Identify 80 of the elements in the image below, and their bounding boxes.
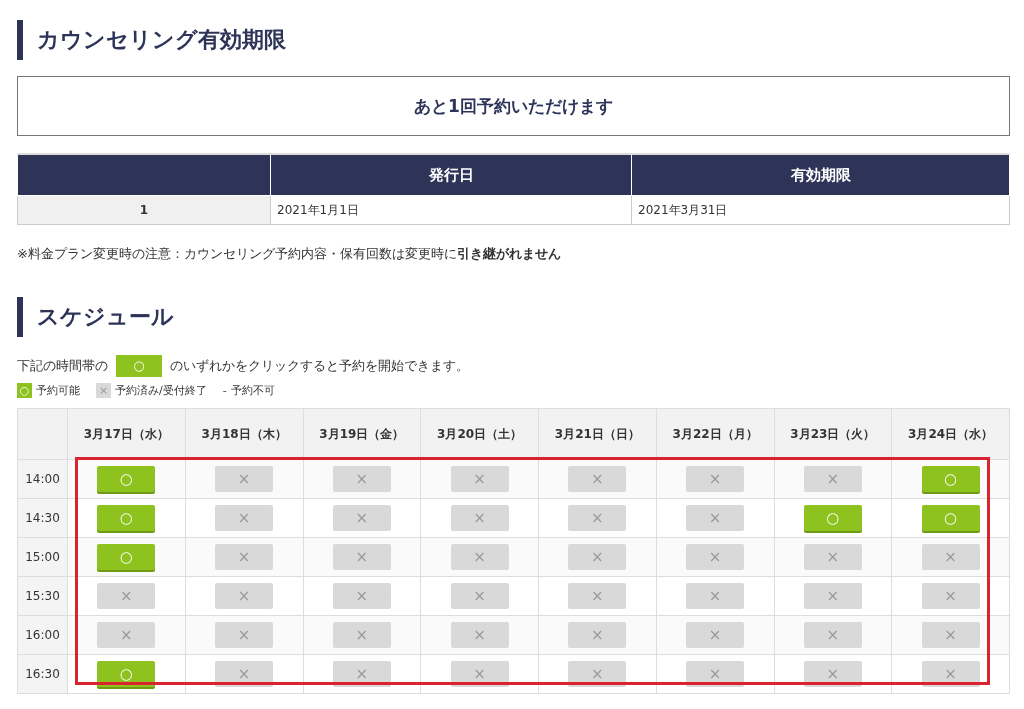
time-label: 14:00 [17, 459, 68, 499]
day-header: 3月20日（土） [420, 408, 539, 460]
slot-booked-mark: × [450, 505, 509, 531]
slot-booked-mark: × [686, 583, 745, 609]
slot-booked-mark: × [332, 544, 391, 570]
slot-open-button[interactable]: ○ [97, 661, 156, 687]
day-header: 3月17日（水） [67, 408, 186, 460]
table-cell: 2021年1月1日 [270, 195, 632, 225]
slot-booked-mark: × [568, 622, 627, 648]
slot-booked-mark: × [332, 661, 391, 687]
slot-booked-mark: × [332, 583, 391, 609]
day-header: 3月21日（日） [538, 408, 657, 460]
day-header: 3月18日（木） [185, 408, 303, 460]
slot-booked-mark: × [97, 583, 156, 609]
slot-booked-mark: × [686, 661, 745, 687]
time-label: 15:30 [17, 576, 68, 616]
legend-label: 予約済み/受付終了 [115, 383, 207, 398]
slot-booked-mark: × [97, 622, 156, 648]
section-heading: スケジュール [17, 297, 174, 337]
slot-booked-mark: × [450, 466, 509, 492]
table-cell: 2021年3月31日 [631, 195, 1010, 225]
legend-label: 予約不可 [230, 383, 275, 398]
slot-booked-mark: × [568, 505, 627, 531]
slot-open-button[interactable]: ○ [97, 544, 156, 570]
instruction-text: 下記の時間帯の [17, 357, 108, 375]
column-header: 発行日 [270, 154, 632, 196]
time-label: 16:30 [17, 654, 68, 694]
slot-booked-mark: × [215, 622, 274, 648]
slot-booked-mark: × [215, 544, 274, 570]
day-header: 3月19日（金） [303, 408, 421, 460]
slot-open-button[interactable]: ○ [921, 466, 980, 492]
legend-open-icon: ○ [17, 383, 32, 398]
table-cell: 1 [17, 195, 271, 225]
slot-booked-mark: × [568, 661, 627, 687]
slot-booked-mark: × [803, 466, 862, 492]
slot-booked-mark: × [803, 661, 862, 687]
section-heading: カウンセリング有効期限 [17, 20, 286, 60]
slot-booked-mark: × [568, 466, 627, 492]
slot-booked-mark: × [686, 505, 745, 531]
slot-open-button[interactable]: ○ [97, 466, 156, 492]
slot-booked-mark: × [450, 622, 509, 648]
plan-change-note: ※料金プラン変更時の注意：カウンセリング予約内容・保有回数は変更時に引き継がれません [17, 245, 562, 263]
slot-booked-mark: × [803, 583, 862, 609]
slot-booked-mark: × [450, 544, 509, 570]
remaining-notice: あと1回予約いただけます [17, 76, 1010, 136]
time-label: 15:00 [17, 537, 68, 577]
slot-booked-mark: × [215, 505, 274, 531]
slot-booked-mark: × [686, 466, 745, 492]
slot-open-button[interactable]: ○ [97, 505, 156, 531]
slot-booked-mark: × [332, 622, 391, 648]
slot-booked-mark: × [921, 583, 980, 609]
slot-booked-mark: × [686, 622, 745, 648]
slot-booked-mark: × [921, 622, 980, 648]
slot-booked-mark: × [921, 544, 980, 570]
slot-booked-mark: × [332, 505, 391, 531]
time-label: 14:30 [17, 498, 68, 538]
day-header: 3月22日（月） [656, 408, 774, 460]
slot-booked-mark: × [686, 544, 745, 570]
slot-booked-mark: × [450, 661, 509, 687]
slot-open-button[interactable]: ○ [921, 505, 980, 531]
slot-open-button[interactable]: ○ [803, 505, 862, 531]
slot-booked-mark: × [450, 583, 509, 609]
slot-booked-mark: × [332, 466, 391, 492]
slot-booked-mark: × [803, 544, 862, 570]
column-header: 有効期限 [631, 154, 1010, 196]
instruction-text: のいずれかをクリックすると予約を開始できます。 [170, 357, 469, 375]
slot-booked-mark: × [568, 583, 627, 609]
slot-booked-mark: × [215, 583, 274, 609]
legend-label: 予約可能 [36, 383, 80, 398]
slot-booked-mark: × [921, 661, 980, 687]
slot-booked-mark: × [803, 622, 862, 648]
slot-booked-mark: × [215, 661, 274, 687]
day-header: 3月24日（水） [891, 408, 1010, 460]
slot-booked-mark: × [215, 466, 274, 492]
day-header: 3月23日（火） [774, 408, 892, 460]
slot-booked-mark: × [568, 544, 627, 570]
legend-booked-icon: × [96, 383, 111, 398]
time-label: 16:00 [17, 615, 68, 655]
sample-open-button[interactable]: ○ [116, 355, 162, 377]
legend-unavailable-icon: - [222, 383, 227, 398]
